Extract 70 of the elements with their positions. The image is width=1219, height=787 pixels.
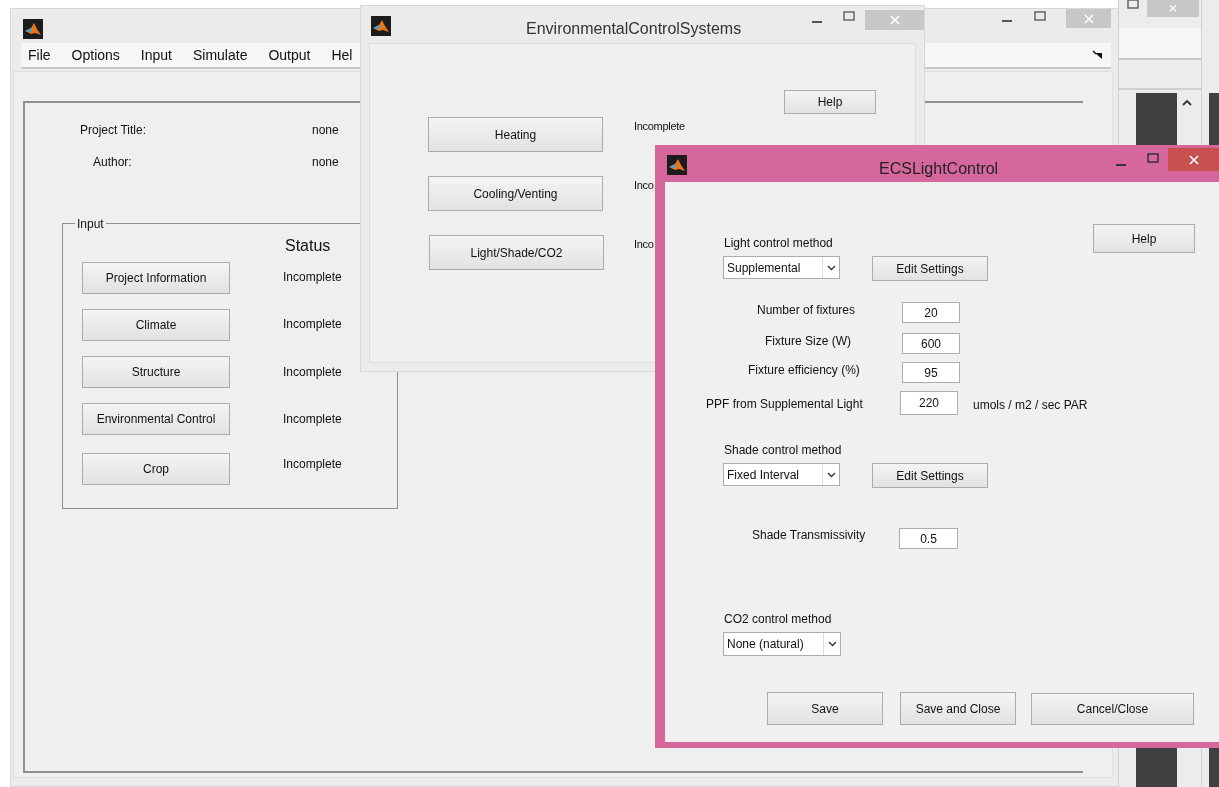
maximize-icon[interactable] [1127, 0, 1139, 12]
chevron-down-icon [826, 264, 836, 271]
maximize-icon[interactable] [843, 10, 855, 22]
close-button[interactable] [1168, 148, 1219, 171]
menu-item[interactable]: Options [71, 44, 120, 66]
chevron-down-icon [827, 641, 837, 647]
status-text: Incomplete [634, 119, 685, 134]
menu-item[interactable]: Output [268, 44, 311, 66]
field-label: Shade Transmissivity [752, 527, 866, 544]
input-field[interactable]: 20 [902, 302, 960, 323]
dropdown[interactable]: Supplemental [723, 256, 840, 279]
control-button[interactable]: Light/Shade/CO2 [429, 235, 604, 270]
project-title-label: Project Title: [80, 122, 147, 139]
close-icon [1188, 154, 1199, 165]
field-label: Shade control method [724, 442, 842, 459]
close-icon [1168, 4, 1178, 13]
scroll-up-icon[interactable] [1182, 99, 1192, 106]
dropdown[interactable]: None (natural) [723, 632, 841, 656]
status-text: Incomplete [283, 411, 342, 428]
author-value: none [312, 154, 339, 171]
edit-settings-button[interactable]: Edit Settings [872, 256, 988, 281]
input-field[interactable]: 95 [902, 362, 960, 383]
project-title-value: none [312, 122, 339, 139]
chevron-down-icon [826, 471, 836, 478]
control-button[interactable]: Heating [428, 117, 603, 152]
app-icon [371, 16, 391, 36]
arrow-icon [1092, 50, 1103, 60]
dialog-button[interactable]: Save and Close [900, 692, 1016, 725]
input-button[interactable]: Project Information [82, 262, 230, 294]
menu-item[interactable]: Input [140, 44, 172, 66]
dropdown[interactable]: Fixed Interval [723, 463, 840, 486]
dialog-button[interactable]: Save [767, 692, 883, 725]
field-label: Fixture efficiency (%) [748, 362, 860, 379]
input-button[interactable]: Climate [82, 309, 230, 341]
unit-label: umols / m2 / sec PAR [973, 397, 1088, 414]
status-text: Inco [634, 237, 654, 252]
field-label: Fixture Size (W) [765, 333, 851, 350]
status-text: Incomplete [283, 364, 342, 381]
close-icon [889, 15, 900, 25]
status-text: Incomplete [283, 456, 342, 473]
input-button[interactable]: Environmental Control [82, 403, 230, 435]
field-label: PPF from Supplemental Light [706, 396, 863, 413]
edit-settings-button[interactable]: Edit Settings [872, 463, 988, 488]
help-button[interactable]: Help [784, 90, 876, 114]
input-field[interactable]: 0.5 [899, 528, 958, 549]
status-text: Inco [634, 178, 654, 193]
menu-item[interactable]: File [28, 44, 51, 66]
status-text: Incomplete [283, 269, 342, 286]
maximize-icon[interactable] [1147, 152, 1159, 164]
input-button[interactable]: Crop [82, 453, 230, 485]
control-button[interactable]: Cooling/Venting [428, 176, 603, 211]
menu-item[interactable]: Simulate [192, 44, 248, 66]
status-heading: Status [285, 236, 331, 256]
window-title: ECSLightControl [879, 159, 999, 179]
field-label: Light control method [724, 235, 833, 252]
author-label: Author: [93, 154, 132, 171]
menu-item[interactable]: Hel [331, 44, 353, 66]
app-icon [667, 155, 687, 175]
close-icon [1083, 13, 1094, 24]
field-label: Number of fixtures [757, 302, 856, 319]
window-title: EnvironmentalControlSystems [526, 19, 742, 39]
input-field[interactable]: 600 [902, 333, 960, 354]
help-button[interactable]: Help [1093, 224, 1195, 253]
status-text: Incomplete [283, 316, 342, 333]
dialog-button[interactable]: Cancel/Close [1031, 693, 1194, 725]
input-field[interactable]: 220 [900, 391, 958, 415]
field-label: CO2 control method [724, 611, 832, 628]
input-button[interactable]: Structure [82, 356, 230, 388]
maximize-icon[interactable] [1034, 10, 1046, 22]
app-icon [23, 19, 43, 39]
